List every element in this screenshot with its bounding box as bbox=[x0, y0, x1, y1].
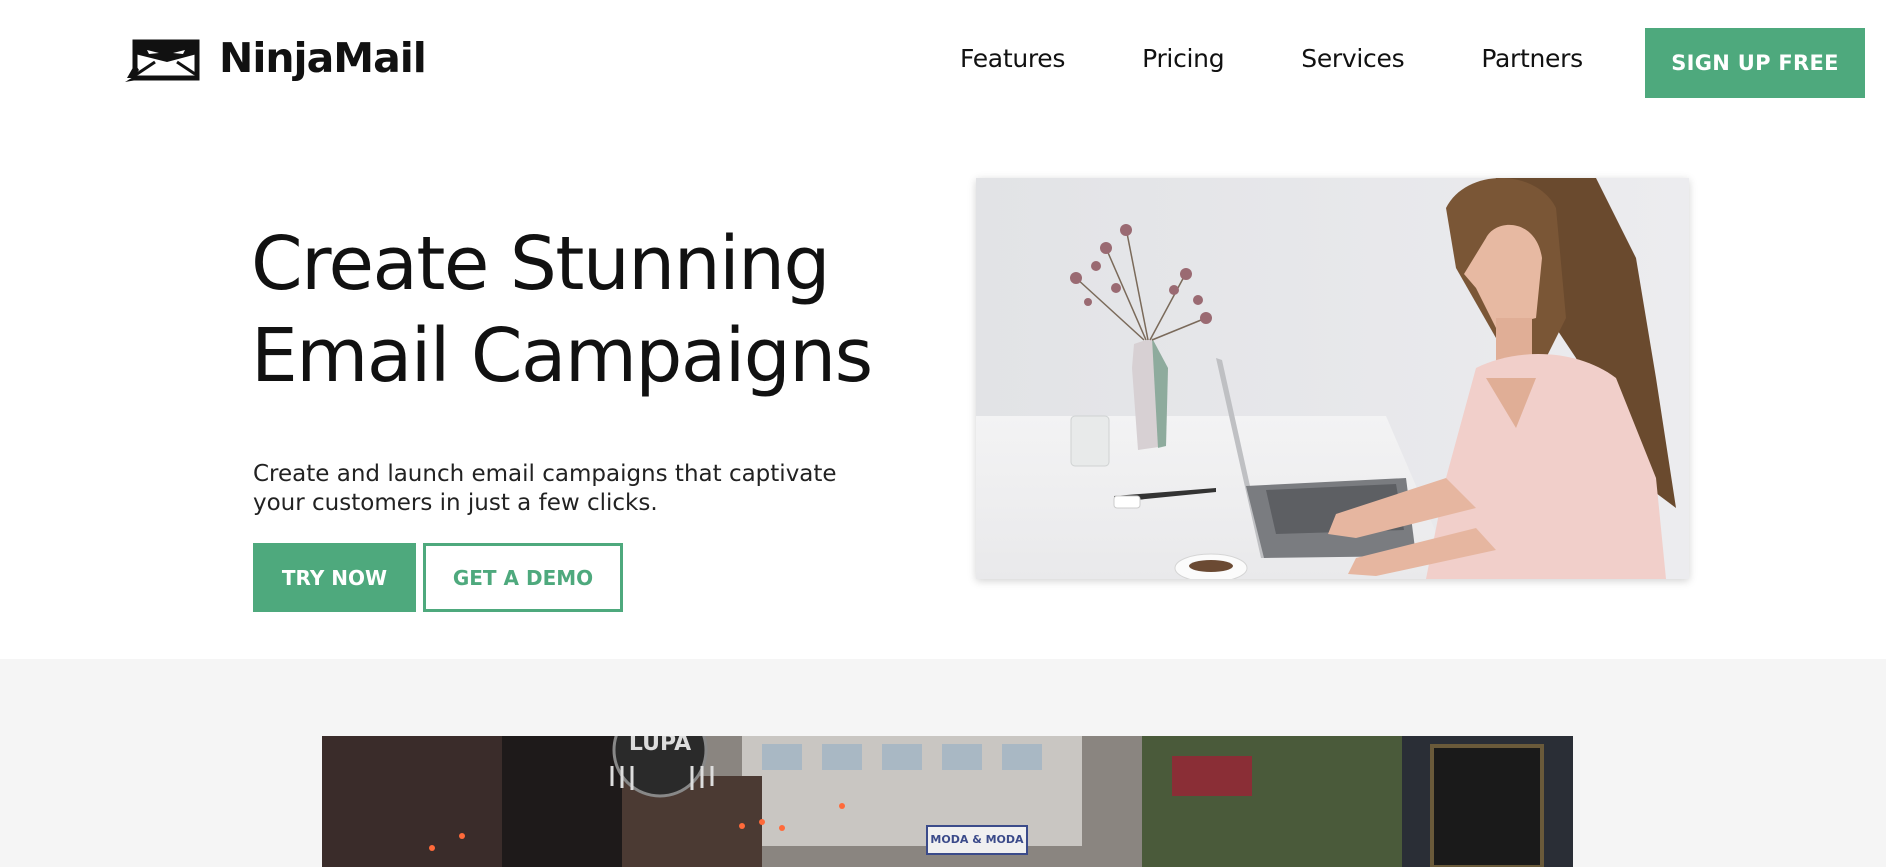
street-photo: LUPA MODA & MODA bbox=[322, 736, 1573, 867]
nav-pricing[interactable]: Pricing bbox=[1142, 44, 1224, 73]
hero-title-line1: Create Stunning bbox=[251, 221, 831, 307]
woman-laptop-photo bbox=[976, 178, 1689, 579]
page: NinjaMail Features Pricing Services Part… bbox=[0, 0, 1886, 867]
get-a-demo-button[interactable]: GET A DEMO bbox=[423, 543, 623, 612]
moda-sign: MODA & MODA bbox=[930, 833, 1024, 846]
main-nav: Features Pricing Services Partners bbox=[960, 44, 1583, 73]
nav-partners[interactable]: Partners bbox=[1481, 44, 1583, 73]
hero-photo bbox=[976, 178, 1689, 579]
try-now-button[interactable]: TRY NOW bbox=[253, 543, 416, 612]
hero-subtitle: Create and launch email campaigns that c… bbox=[253, 460, 853, 518]
hero-title: Create Stunning Email Campaigns bbox=[251, 218, 873, 402]
nav-services[interactable]: Services bbox=[1301, 44, 1404, 73]
lupa-sign: LUPA bbox=[629, 736, 691, 756]
lower-section: LUPA MODA & MODA bbox=[0, 659, 1886, 867]
brand-name: NinjaMail bbox=[219, 34, 427, 82]
street-scene-image: LUPA MODA & MODA bbox=[322, 736, 1573, 867]
logo[interactable]: NinjaMail bbox=[125, 34, 427, 82]
hero-subtitle-line2: your customers in just a few clicks. bbox=[253, 490, 658, 516]
hero-subtitle-line1: Create and launch email campaigns that c… bbox=[253, 461, 837, 487]
site-header: NinjaMail Features Pricing Services Part… bbox=[0, 0, 1886, 125]
nav-features[interactable]: Features bbox=[960, 44, 1065, 73]
ninja-envelope-icon bbox=[125, 39, 200, 82]
sign-up-free-button[interactable]: SIGN UP FREE bbox=[1645, 28, 1865, 98]
hero-title-line2: Email Campaigns bbox=[251, 313, 873, 399]
